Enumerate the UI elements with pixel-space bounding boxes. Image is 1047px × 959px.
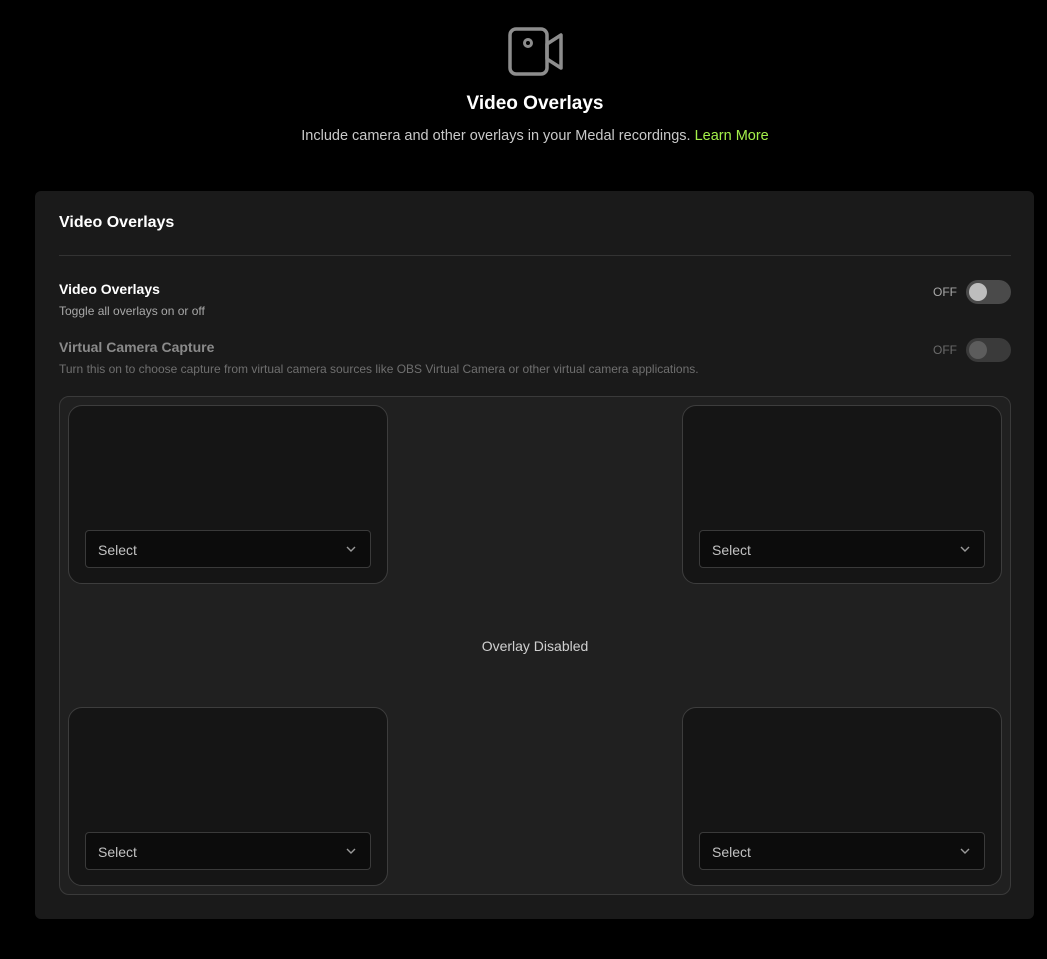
toggle-knob xyxy=(969,283,987,301)
chevron-down-icon xyxy=(960,546,970,552)
toggle-state-label: OFF xyxy=(933,343,957,357)
chevron-down-icon xyxy=(960,848,970,854)
video-overlays-toggle-group: OFF xyxy=(933,280,1011,304)
setting-title: Virtual Camera Capture xyxy=(59,339,215,355)
page-title: Video Overlays xyxy=(466,93,604,114)
video-camera-icon xyxy=(508,27,563,76)
overlay-slot-bottom-left: Select xyxy=(68,707,388,886)
overlay-source-select-top-right[interactable]: Select xyxy=(699,530,985,568)
page-subtitle: Include camera and other overlays in you… xyxy=(0,128,1047,144)
virtual-camera-capture-toggle[interactable] xyxy=(966,338,1011,362)
video-overlays-panel: Video Overlays Video Overlays Toggle all… xyxy=(35,191,1034,919)
setting-description: Toggle all overlays on or off xyxy=(59,304,205,318)
select-value: Select xyxy=(98,844,137,860)
video-overlays-toggle[interactable] xyxy=(966,280,1011,304)
select-value: Select xyxy=(712,542,751,558)
virtual-camera-toggle-group: OFF xyxy=(933,338,1011,362)
video-overlays-setting: Video Overlays Toggle all overlays on or… xyxy=(59,280,1011,318)
toggle-knob xyxy=(969,341,987,359)
virtual-camera-capture-setting: Virtual Camera Capture Turn this on to c… xyxy=(59,338,1011,376)
setting-description: Turn this on to choose capture from virt… xyxy=(59,362,699,376)
overlay-slot-top-left: Select xyxy=(68,405,388,584)
overlay-slot-top-right: Select xyxy=(682,405,1002,584)
select-value: Select xyxy=(98,542,137,558)
overlay-slot-bottom-right: Select xyxy=(682,707,1002,886)
page-subtitle-text: Include camera and other overlays in you… xyxy=(301,128,691,144)
chevron-down-icon xyxy=(346,848,356,854)
setting-title: Video Overlays xyxy=(59,281,160,297)
overlay-source-select-bottom-left[interactable]: Select xyxy=(85,832,371,870)
panel-title: Video Overlays xyxy=(59,214,175,231)
divider xyxy=(59,255,1011,256)
overlay-source-select-bottom-right[interactable]: Select xyxy=(699,832,985,870)
learn-more-link[interactable]: Learn More xyxy=(695,128,769,144)
toggle-state-label: OFF xyxy=(933,285,957,299)
select-value: Select xyxy=(712,844,751,860)
overlay-source-select-top-left[interactable]: Select xyxy=(85,530,371,568)
overlay-preview-area: Select Select Overlay Disabled Select Se… xyxy=(59,396,1011,895)
overlay-status-text: Overlay Disabled xyxy=(481,638,589,654)
chevron-down-icon xyxy=(346,546,356,552)
